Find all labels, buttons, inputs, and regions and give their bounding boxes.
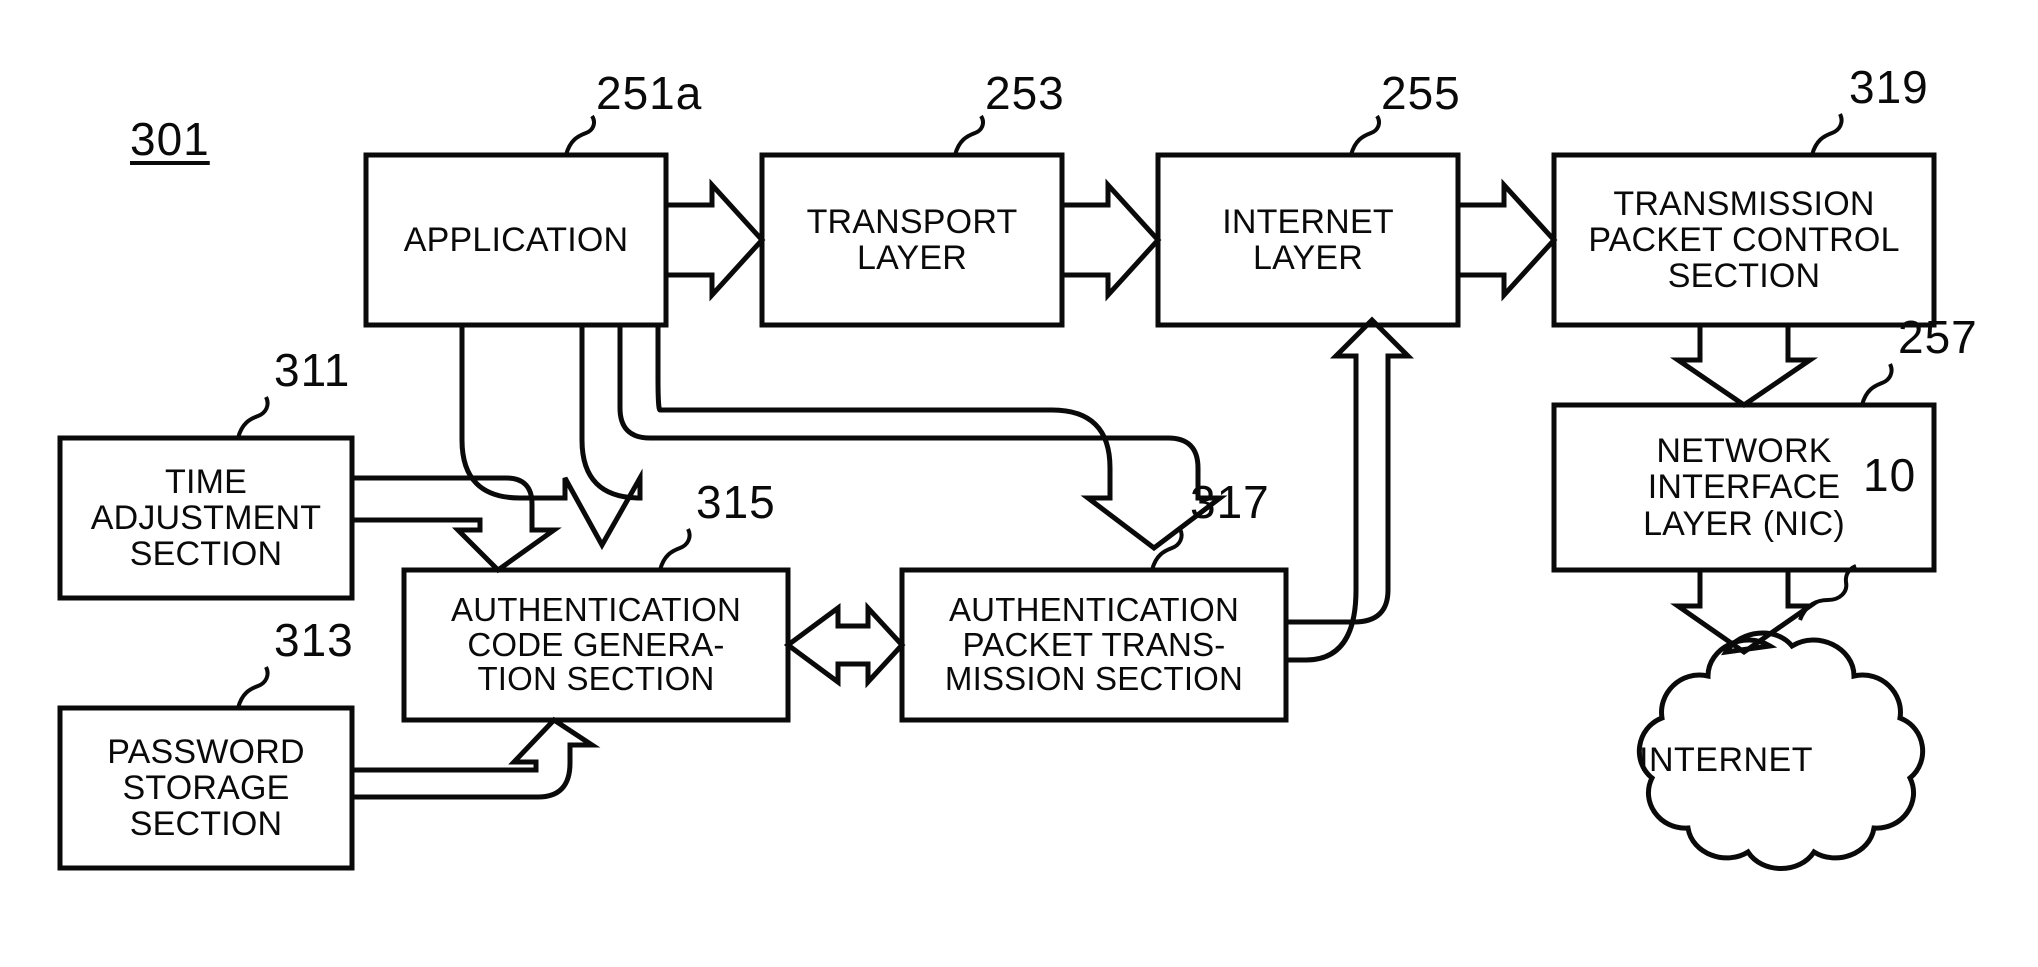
- ref-number-319: 319: [1849, 61, 1929, 113]
- leader-257: [1860, 363, 1894, 406]
- leader-317: [1150, 528, 1184, 571]
- arrow-time-adjust-to-auth-code-gen: [352, 475, 562, 574]
- ref-number-311: 311: [274, 344, 351, 396]
- block-password-store-rect: [57, 705, 355, 871]
- block-auth-pkt-tx-rect: [899, 567, 1289, 723]
- block-transport-rect: [759, 152, 1065, 328]
- arrow-tx-control-to-nic: [1669, 325, 1819, 409]
- diagram-vector-layer: [57, 113, 1937, 871]
- block-auth-code-gen-rect: [401, 567, 791, 723]
- leader-251a: [564, 114, 596, 156]
- ref-number-251a: 251a: [596, 67, 703, 119]
- leader-10: [1798, 564, 1857, 621]
- arrow-application-to-transport: [666, 178, 766, 302]
- arrow-application-to-auth-code-gen: [459, 325, 643, 551]
- ref-number-10: 10: [1863, 449, 1917, 501]
- leader-255: [1349, 114, 1381, 156]
- ref-number-317: 317: [1190, 476, 1270, 528]
- patent-figure-canvas: 301 APPLICATION TRANSPORT LAYER INTERNET…: [0, 0, 2038, 967]
- block-internet-layer-rect: [1155, 152, 1461, 328]
- leader-253: [953, 114, 985, 156]
- block-time-adjust-rect: [57, 435, 355, 601]
- leader-313: [236, 666, 270, 709]
- block-application-rect: [363, 152, 669, 328]
- ref-number-315: 315: [696, 476, 776, 528]
- leader-315: [658, 528, 692, 571]
- leader-319: [1810, 113, 1844, 156]
- block-tx-pkt-control-rect: [1551, 152, 1937, 328]
- arrow-password-store-to-auth-code-gen: [352, 716, 601, 800]
- arrow-internet-to-tx-control: [1458, 178, 1558, 302]
- ref-number-253: 253: [985, 67, 1065, 119]
- leader-311: [236, 396, 270, 439]
- ref-number-257: 257: [1898, 311, 1978, 363]
- cloud-label-internet: INTERNET: [1639, 741, 1813, 779]
- arrow-auth-code-gen-to-auth-pkt-tx: [783, 601, 906, 689]
- figure-reference-number: 301: [130, 113, 210, 165]
- ref-number-313: 313: [274, 614, 354, 666]
- arrow-auth-pkt-tx-to-internet-layer: [1286, 316, 1415, 663]
- ref-number-255: 255: [1381, 67, 1461, 119]
- arrow-transport-to-internet: [1062, 178, 1162, 302]
